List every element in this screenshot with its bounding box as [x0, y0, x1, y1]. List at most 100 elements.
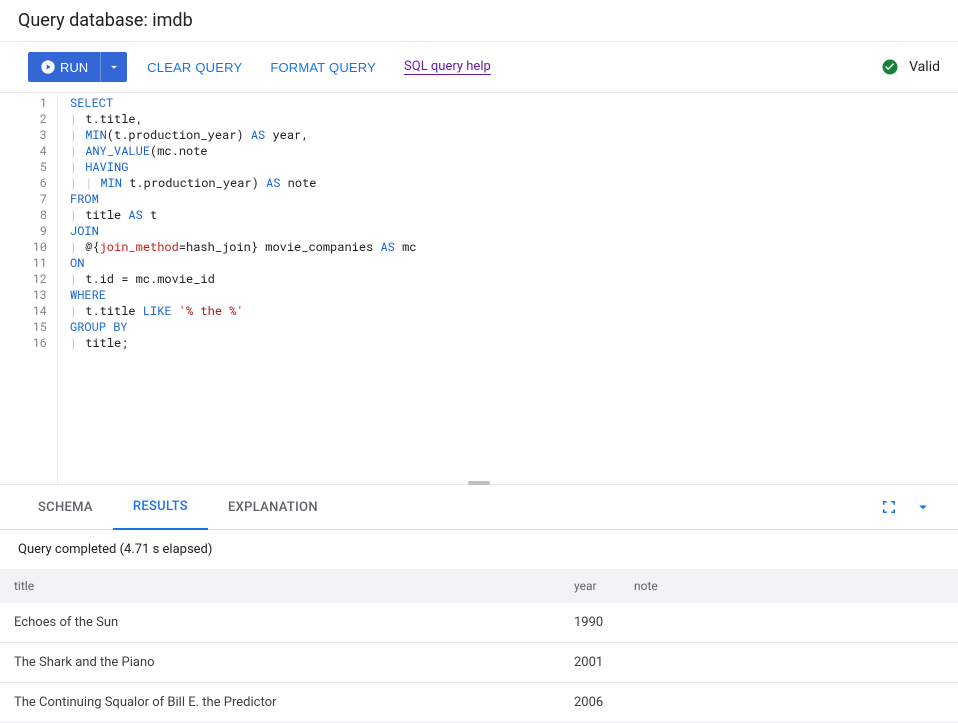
tab-schema[interactable]: SCHEMA [18, 486, 113, 529]
code-line[interactable]: | ANY_VALUE(mc.note [70, 143, 958, 159]
code-token: ANY_VALUE [85, 143, 150, 159]
code-token: (t.production_year) [107, 127, 251, 143]
line-number: 8 [0, 207, 47, 223]
chevron-down-icon [914, 498, 932, 516]
column-header-year[interactable]: year [560, 569, 620, 603]
column-header-note[interactable]: note [620, 569, 958, 603]
cell-year: 2001 [560, 643, 620, 683]
results-table: titleyearnote Echoes of the Sun1990The S… [0, 569, 958, 723]
code-token: =hash_join} movie_companies [179, 239, 381, 255]
code-token: | [70, 335, 78, 351]
drag-handle-icon [468, 481, 490, 485]
code-token: title [78, 207, 128, 223]
fullscreen-button[interactable] [872, 490, 906, 524]
code-token: title; [78, 335, 128, 351]
line-number: 1 [0, 95, 47, 111]
tab-explanation[interactable]: EXPLANATION [208, 486, 338, 529]
code-line[interactable]: | t.title LIKE '% the %' [70, 303, 958, 319]
tab-results[interactable]: RESULTS [113, 485, 208, 530]
code-token: (mc.note [150, 143, 208, 159]
code-token: AS [128, 207, 142, 223]
cell-year: 1990 [560, 603, 620, 643]
code-line[interactable]: JOIN [70, 223, 958, 239]
code-line[interactable]: | t.title, [70, 111, 958, 127]
line-number: 4 [0, 143, 47, 159]
line-number: 9 [0, 223, 47, 239]
query-status: Query completed (4.71 s elapsed) [0, 530, 958, 569]
run-dropdown-button[interactable] [100, 52, 127, 82]
check-circle-icon [881, 58, 899, 76]
code-line[interactable]: FROM [70, 191, 958, 207]
code-token: AS [251, 127, 265, 143]
code-token: MIN [100, 175, 122, 191]
code-token: | [70, 303, 78, 319]
fullscreen-icon [880, 498, 898, 516]
line-number: 2 [0, 111, 47, 127]
code-token: t.id = mc.movie_id [78, 271, 215, 287]
line-number: 5 [0, 159, 47, 175]
page-title: Query database: imdb [18, 10, 940, 31]
play-icon [40, 59, 56, 75]
code-token: | [70, 127, 78, 143]
code-token: t.title [78, 303, 143, 319]
code-line[interactable]: | @{join_method=hash_join} movie_compani… [70, 239, 958, 255]
code-token: | [85, 175, 93, 191]
code-token: join_method [100, 239, 179, 255]
code-token: t.production_year) [122, 175, 266, 191]
cell-title: The Continuing Squalor of Bill E. the Pr… [0, 683, 560, 723]
table-row[interactable]: Echoes of the Sun1990 [0, 603, 958, 643]
line-number: 6 [0, 175, 47, 191]
sql-editor[interactable]: 12345678910111213141516 SELECT| t.title,… [0, 93, 958, 485]
table-row[interactable]: The Continuing Squalor of Bill E. the Pr… [0, 683, 958, 723]
table-header-row: titleyearnote [0, 569, 958, 603]
validation-status: Valid [881, 58, 940, 76]
code-token: GROUP BY [70, 319, 128, 335]
code-line[interactable]: GROUP BY [70, 319, 958, 335]
code-token: WHERE [70, 287, 106, 303]
code-line[interactable]: SELECT [70, 95, 958, 111]
results-tabs: SCHEMARESULTSEXPLANATION [0, 485, 958, 530]
code-token: SELECT [70, 95, 113, 111]
code-area[interactable]: SELECT| t.title,| MIN(t.production_year)… [58, 93, 958, 484]
code-line[interactable]: | t.id = mc.movie_id [70, 271, 958, 287]
clear-query-button[interactable]: CLEAR QUERY [147, 60, 242, 75]
code-token: year, [265, 127, 308, 143]
code-line[interactable]: | title AS t [70, 207, 958, 223]
code-token: AS [266, 175, 280, 191]
line-number: 11 [0, 255, 47, 271]
run-button-group: RUN [28, 52, 127, 82]
code-token: MIN [85, 127, 107, 143]
code-line[interactable]: | title; [70, 335, 958, 351]
collapse-button[interactable] [906, 490, 940, 524]
code-token: t [143, 207, 157, 223]
code-token: t.title, [78, 111, 143, 127]
column-header-title[interactable]: title [0, 569, 560, 603]
code-line[interactable]: ON [70, 255, 958, 271]
run-button[interactable]: RUN [28, 52, 100, 82]
code-token: ON [70, 255, 84, 271]
run-button-label: RUN [60, 60, 88, 75]
cell-title: Echoes of the Sun [0, 603, 560, 643]
validation-label: Valid [909, 59, 940, 75]
code-token [172, 303, 179, 319]
code-line[interactable]: | HAVING [70, 159, 958, 175]
code-token: | [70, 159, 78, 175]
code-token: HAVING [85, 159, 128, 175]
table-row[interactable]: The Shark and the Piano2001 [0, 643, 958, 683]
code-line[interactable]: WHERE [70, 287, 958, 303]
cell-note [620, 603, 958, 643]
code-token: | [70, 239, 78, 255]
cell-title: The Shark and the Piano [0, 643, 560, 683]
code-line[interactable]: | MIN(t.production_year) AS year, [70, 127, 958, 143]
sql-help-link[interactable]: SQL query help [404, 59, 491, 75]
format-query-button[interactable]: FORMAT QUERY [270, 60, 376, 75]
code-token: | [70, 111, 78, 127]
code-token [78, 175, 85, 191]
code-token: | [70, 271, 78, 287]
code-token: '% the %' [179, 303, 244, 319]
code-token: FROM [70, 191, 99, 207]
line-number: 10 [0, 239, 47, 255]
line-number: 7 [0, 191, 47, 207]
page-header: Query database: imdb [0, 0, 958, 42]
code-line[interactable]: | | MIN t.production_year) AS note [70, 175, 958, 191]
